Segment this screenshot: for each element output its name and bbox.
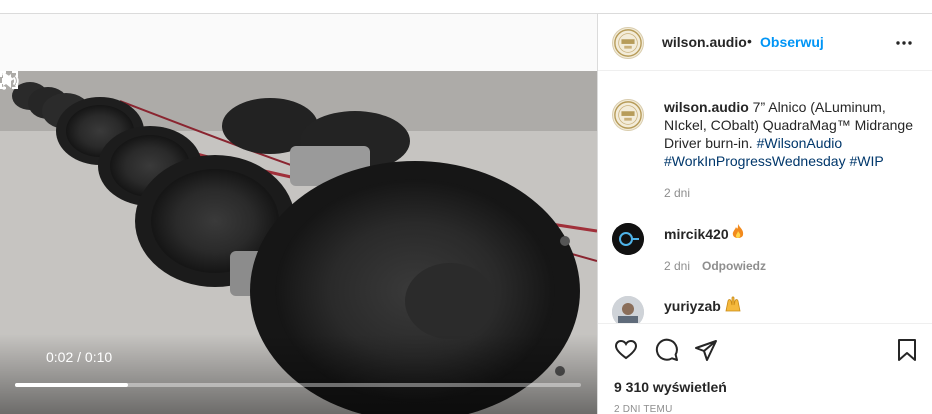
caption: wilson.audio 7” Alnico (ALuminum, NIckel…	[664, 98, 922, 170]
fire-emoji-icon	[732, 224, 744, 238]
post-date[interactable]: 2 DNI TEMU	[614, 404, 673, 414]
media-area: 0:02 / 0:10	[0, 14, 597, 414]
video-more-icon[interactable]	[0, 71, 8, 91]
comment-icon[interactable]	[655, 338, 679, 362]
more-options-icon[interactable]	[894, 36, 914, 50]
video-duration: 0:10	[84, 349, 113, 365]
save-icon[interactable]	[895, 338, 919, 362]
video-current-time: 0:02	[46, 349, 74, 365]
wilson-audio-logo	[614, 101, 642, 129]
comment-avatar[interactable]	[612, 223, 644, 255]
caption-username[interactable]: wilson.audio	[664, 99, 749, 115]
controls-shade	[0, 334, 597, 414]
media-top-blank	[0, 14, 597, 71]
comment-username[interactable]: yuriyzab	[664, 298, 721, 314]
caption-avatar[interactable]	[612, 99, 644, 131]
video-progress-bar[interactable]	[15, 383, 581, 387]
video-progress-fill	[15, 383, 129, 387]
top-bar	[0, 0, 932, 14]
video-time-separator: /	[73, 349, 85, 365]
views-count[interactable]: 9 310 wyświetleń	[614, 379, 727, 395]
share-icon[interactable]	[694, 338, 718, 362]
hashtag[interactable]: #WilsonAudio	[757, 135, 843, 151]
raised-hands-emoji-icon	[725, 296, 741, 312]
avatar[interactable]	[612, 27, 644, 59]
like-icon[interactable]	[614, 338, 638, 362]
wilson-audio-logo	[614, 29, 642, 57]
post-side-panel: wilson.audio • Obserwuj wilson.audio 7” …	[598, 14, 932, 414]
comment-avatar[interactable]	[612, 296, 644, 323]
caption-time[interactable]: 2 dni	[664, 186, 690, 200]
reply-button[interactable]: Odpowiedz	[702, 259, 766, 273]
comments-list[interactable]: wilson.audio 7” Alnico (ALuminum, NIckel…	[598, 71, 932, 323]
post-actions: 9 310 wyświetleń 2 DNI TEMU	[598, 323, 932, 414]
hashtag[interactable]: #WIP	[849, 153, 883, 169]
comment-username[interactable]: mircik420	[664, 226, 729, 242]
video-player[interactable]: 0:02 / 0:10	[0, 71, 597, 414]
avatar-image	[612, 296, 644, 323]
post-header: wilson.audio • Obserwuj	[598, 14, 932, 71]
avatar-image	[612, 223, 644, 255]
hashtag[interactable]: #WorkInProgressWednesday	[664, 153, 846, 169]
separator-dot: •	[747, 33, 752, 49]
follow-button[interactable]: Obserwuj	[760, 34, 824, 50]
comment-time[interactable]: 2 dni	[664, 259, 690, 273]
post-username[interactable]: wilson.audio	[662, 34, 747, 50]
video-time: 0:02 / 0:10	[46, 349, 112, 365]
